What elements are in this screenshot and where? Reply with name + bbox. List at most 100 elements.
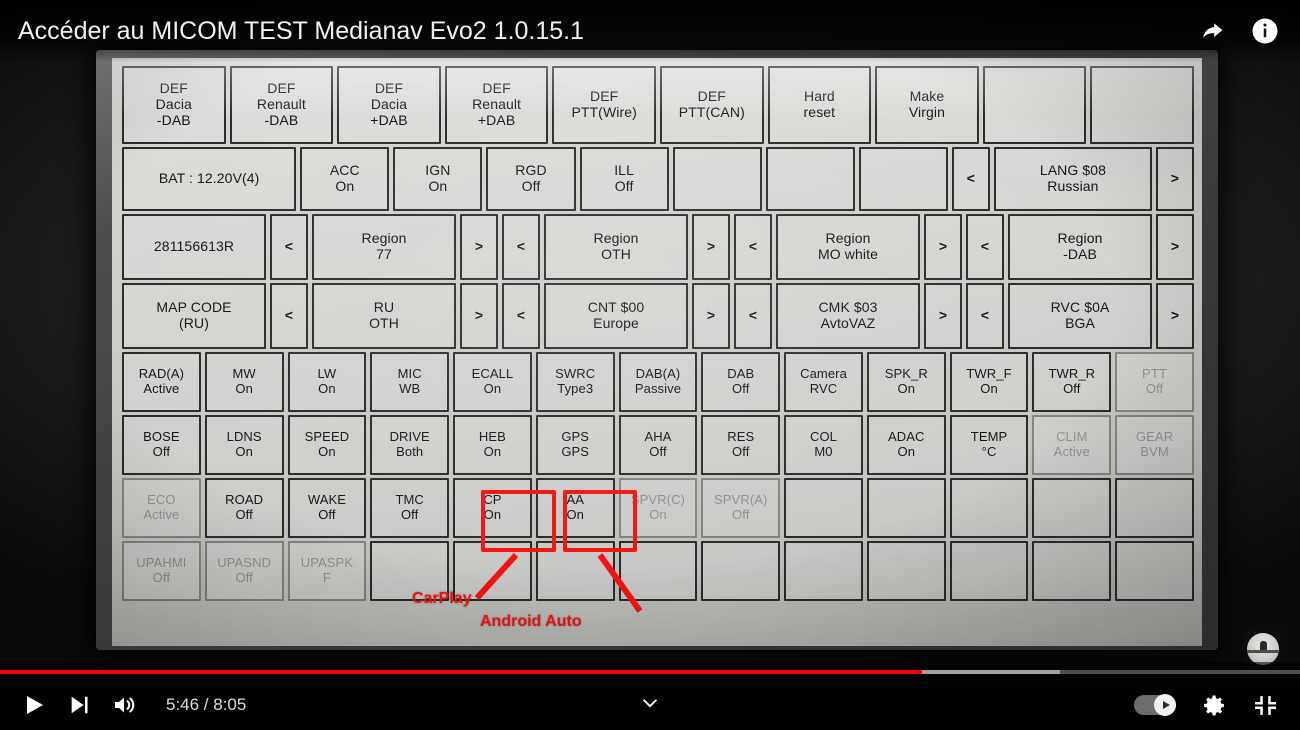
grid-cell-tmc-r7c4[interactable]: TMC Off xyxy=(370,478,450,538)
grid-cell-region-r3c6[interactable]: Region OTH xyxy=(544,214,688,280)
grid-cell-def-r1c2[interactable]: DEF Renault -DAB xyxy=(229,66,334,144)
grid-cell-cnt-00-r4c6[interactable]: CNT $00 Europe xyxy=(544,283,688,349)
grid-cell-ecall-r5c5[interactable]: ECALL On xyxy=(453,352,532,412)
share-icon[interactable] xyxy=(1196,14,1230,48)
grid-cell-adac-r6c10[interactable]: ADAC On xyxy=(866,415,946,475)
grid-cell-res-r6c8[interactable]: RES Off xyxy=(701,415,781,475)
settings-gear-icon[interactable] xyxy=(1202,693,1227,718)
grid-cell-blank-r4c2[interactable]: < xyxy=(270,283,308,349)
grid-cell-blank-r3c8[interactable]: < xyxy=(734,214,772,280)
grid-cell-blank-r3c2[interactable]: < xyxy=(270,214,308,280)
grid-cell-speed-r6c3[interactable]: SPEED On xyxy=(287,415,367,475)
grid-cell-gps-r6c6[interactable]: GPS GPS xyxy=(535,415,615,475)
grid-cell-acc-r2c2[interactable]: ACC On xyxy=(300,147,390,211)
grid-cell-blank-r3c4[interactable]: > xyxy=(460,214,498,280)
grid-cell-swrc-r5c6[interactable]: SWRC Type3 xyxy=(535,352,615,412)
grid-cell-region-r3c12[interactable]: Region -DAB xyxy=(1008,214,1152,280)
cell-line: On xyxy=(897,444,916,459)
grid-cell-rvc-0a-r4c12[interactable]: RVC $0A BGA xyxy=(1008,283,1152,349)
grid-cell-upasnd-r8c2[interactable]: UPASND Off xyxy=(204,541,284,601)
grid-cell-dab-a-r5c7[interactable]: DAB(A) Passive xyxy=(618,352,698,412)
grid-cell-ldns-r6c2[interactable]: LDNS On xyxy=(204,415,284,475)
grid-cell-ign-r2c3[interactable]: IGN On xyxy=(393,147,483,211)
grid-cell-eco-r7c1[interactable]: ECO Active xyxy=(122,478,201,538)
grid-cell-upahmi-r8c1[interactable]: UPAHMI Off xyxy=(122,541,201,601)
grid-cell-aa-r7c6[interactable]: AA On xyxy=(535,478,615,538)
grid-cell-def-r1c5[interactable]: DEF PTT(Wire) xyxy=(552,66,656,144)
grid-cell-camera-r5c9[interactable]: Camera RVC xyxy=(784,352,863,412)
grid-cell-spk-r-r5c10[interactable]: SPK_R On xyxy=(866,352,946,412)
grid-cell-region-r3c9[interactable]: Region MO white xyxy=(776,214,920,280)
grid-cell-blank-r3c7[interactable]: > xyxy=(692,214,730,280)
cell-line: DEF xyxy=(590,88,619,105)
grid-cell-heb-r6c5[interactable]: HEB On xyxy=(453,415,532,475)
cell-line: < xyxy=(966,170,976,187)
grid-cell-def-r1c3[interactable]: DEF Dacia +DAB xyxy=(337,66,441,144)
video-frame[interactable]: DEF Dacia -DAB DEF Renault -DAB DEF Dacia +DAB DE… xyxy=(0,0,1300,662)
grid-cell-blank-r3c5[interactable]: < xyxy=(502,214,540,280)
grid-cell-lw-r5c3[interactable]: LW On xyxy=(287,352,367,412)
grid-cell-twr-r-r5c12[interactable]: TWR_R Off xyxy=(1032,352,1112,412)
grid-cell-region-r3c3[interactable]: Region 77 xyxy=(312,214,456,280)
grid-cell-blank-r4c11[interactable]: < xyxy=(966,283,1004,349)
grid-cell-hard-r1c7[interactable]: Hard reset xyxy=(767,66,872,144)
info-icon[interactable] xyxy=(1248,14,1282,48)
grid-cell-spvr-c-r7c7[interactable]: SPVR(C) On xyxy=(618,478,698,538)
grid-cell-map-code-r4c1[interactable]: MAP CODE (RU) xyxy=(122,283,266,349)
grid-cell-gear-r6c13[interactable]: GEAR BVM xyxy=(1115,415,1194,475)
grid-cell-blank-r2c11[interactable]: > xyxy=(1155,147,1194,211)
grid-cell-road-r7c2[interactable]: ROAD Off xyxy=(204,478,284,538)
grid-cell-ru-r4c3[interactable]: RU OTH xyxy=(312,283,456,349)
grid-cell-upaspk-r8c3[interactable]: UPASPK F xyxy=(287,541,367,601)
grid-cell-ptt-r5c13[interactable]: PTT Off xyxy=(1115,352,1194,412)
grid-cell-def-r1c4[interactable]: DEF Renault +DAB xyxy=(444,66,549,144)
cell-line: RAD(A) xyxy=(138,366,185,382)
cell-line: > xyxy=(1170,307,1180,324)
cell-line: Virgin xyxy=(908,104,946,120)
grid-cell-spvr-a-r7c8[interactable]: SPVR(A) Off xyxy=(701,478,781,538)
grid-cell-def-r1c6[interactable]: DEF PTT(CAN) xyxy=(659,66,764,144)
autoplay-toggle[interactable] xyxy=(1134,694,1176,716)
grid-cell-def-r1c1[interactable]: DEF Dacia -DAB xyxy=(122,66,226,144)
grid-cell-col-r6c9[interactable]: COL M0 xyxy=(784,415,863,475)
grid-cell-mic-r5c4[interactable]: MIC WB xyxy=(370,352,450,412)
grid-cell-blank-r2c6 xyxy=(672,147,762,211)
progress-bar[interactable] xyxy=(0,670,1300,674)
grid-cell-twr-f-r5c11[interactable]: TWR_F On xyxy=(949,352,1029,412)
grid-cell-blank-r4c13[interactable]: > xyxy=(1156,283,1194,349)
grid-cell-temp-r6c11[interactable]: TEMP °C xyxy=(949,415,1029,475)
grid-cell-blank-r2c9[interactable]: < xyxy=(951,147,990,211)
grid-cell-blank-r3c11[interactable]: < xyxy=(966,214,1004,280)
grid-cell-drive-r6c4[interactable]: DRIVE Both xyxy=(370,415,450,475)
grid-cell-blank-r4c7[interactable]: > xyxy=(692,283,730,349)
grid-cell-wake-r7c3[interactable]: WAKE Off xyxy=(287,478,367,538)
grid-cell-rad-a-r5c1[interactable]: RAD(A) Active xyxy=(122,352,201,412)
grid-cell-bat-12-20v-4-r2c1[interactable]: BAT : 12.20V(4) xyxy=(122,147,297,211)
grid-cell-lang-08-r2c10[interactable]: LANG $08 Russian xyxy=(993,147,1152,211)
exit-fullscreen-icon[interactable] xyxy=(1253,693,1278,718)
grid-cell-blank-r3c13[interactable]: > xyxy=(1156,214,1194,280)
grid-cell-make-r1c8[interactable]: Make Virgin xyxy=(875,66,979,144)
grid-cell-clim-r6c12[interactable]: CLIM Active xyxy=(1032,415,1112,475)
grid-cell-ill-r2c5[interactable]: ILL Off xyxy=(579,147,669,211)
cell-line: DAB(A) xyxy=(635,366,681,382)
grid-cell-blank-r3c10[interactable]: > xyxy=(924,214,962,280)
expand-description-chevron[interactable] xyxy=(639,692,661,719)
cell-line: < xyxy=(516,307,526,324)
grid-cell-cmk-03-r4c9[interactable]: CMK $03 AvtoVAZ xyxy=(776,283,920,349)
grid-cell-blank-r4c8[interactable]: < xyxy=(734,283,772,349)
grid-cell-281156613r-r3c1[interactable]: 281156613R xyxy=(122,214,266,280)
next-video-button[interactable] xyxy=(68,694,90,716)
grid-cell-mw-r5c2[interactable]: MW On xyxy=(204,352,284,412)
grid-cell-blank-r4c4[interactable]: > xyxy=(460,283,498,349)
grid-cell-aha-r6c7[interactable]: AHA Off xyxy=(618,415,698,475)
grid-cell-blank-r4c10[interactable]: > xyxy=(924,283,962,349)
grid-cell-bose-r6c1[interactable]: BOSE Off xyxy=(122,415,201,475)
cell-line: Hard xyxy=(803,88,835,105)
grid-cell-cp-r7c5[interactable]: CP On xyxy=(453,478,532,538)
grid-cell-dab-r5c8[interactable]: DAB Off xyxy=(701,352,781,412)
grid-cell-blank-r4c5[interactable]: < xyxy=(502,283,540,349)
grid-cell-rgd-r2c4[interactable]: RGD Off xyxy=(486,147,576,211)
volume-icon[interactable] xyxy=(112,693,138,717)
play-button[interactable] xyxy=(22,693,46,717)
